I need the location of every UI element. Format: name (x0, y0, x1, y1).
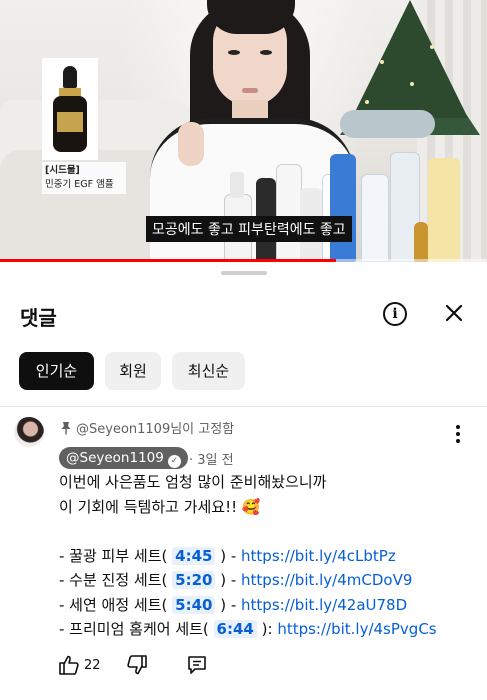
comment-time-value: 3일 전 (197, 453, 234, 468)
comment-line: 이 기회에 득템하고 가세요!! 🥰 (59, 497, 261, 516)
more-options-icon[interactable] (448, 422, 468, 446)
inset-caption: [시드물] 민중기 EGF 앰플 (42, 162, 126, 194)
video-player[interactable]: [시드물] 민중기 EGF 앰플 모공에도 좋고 피부탄력에도 좋고 (0, 0, 487, 262)
tree-light (430, 45, 434, 49)
video-person-hand (178, 122, 204, 166)
reply-icon[interactable] (186, 654, 208, 680)
close-icon[interactable] (441, 298, 467, 328)
video-cushion (340, 110, 435, 138)
comment-actions: 22 (0, 654, 487, 684)
url-link[interactable]: https://bit.ly/4sPvgCs (277, 620, 436, 638)
verified-icon: ✓ (167, 455, 181, 468)
pinned-text: @Seyeon1109님이 고정함 (76, 422, 235, 437)
tree-light (365, 100, 369, 104)
comments-title: 댓글 (20, 306, 57, 330)
video-person-eye (260, 50, 272, 55)
product-tube-yellow (428, 158, 460, 262)
dropper-label (57, 112, 83, 132)
comment-spacer (59, 519, 469, 544)
list-item: - 프리미엄 홈케어 세트( 6:44 ): https://bit.ly/4s… (59, 617, 469, 642)
divider (0, 406, 487, 407)
inset-product-image (42, 58, 98, 160)
comments-sheet: 댓글 i 인기순 회원 최신순 @Seyeon1109님이 고정함 @Seyeo… (0, 262, 487, 700)
item-prefix: - 프리미엄 홈케어 세트( (59, 620, 214, 638)
pinned-label: @Seyeon1109님이 고정함 (60, 418, 234, 437)
list-item: - 꿀광 피부 세트( 4:45 ) - https://bit.ly/4cLb… (59, 544, 469, 569)
product-tube (276, 164, 302, 262)
inset-product-name: 민중기 EGF 앰플 (45, 179, 114, 190)
like-count: 22 (84, 658, 101, 673)
product-tube-blue (330, 154, 356, 262)
thumbs-up-icon[interactable] (58, 654, 80, 680)
product-bottle (361, 174, 389, 262)
item-middle: ) - (215, 595, 242, 614)
drag-handle[interactable] (221, 271, 267, 275)
tree-light (410, 82, 414, 86)
dot (456, 439, 460, 443)
item-middle: ) - (215, 546, 242, 565)
timestamp-link[interactable]: 5:20 (172, 571, 216, 589)
inset-brand: [시드물] (45, 165, 80, 176)
url-link[interactable]: https://bit.ly/4mCDoV9 (241, 571, 412, 589)
video-person-lips (242, 88, 258, 93)
url-link[interactable]: https://bit.ly/42aU78D (241, 596, 407, 614)
list-item: - 수분 진정 세트( 5:20 ) - https://bit.ly/4mCD… (59, 568, 469, 593)
pin-icon (60, 421, 72, 435)
author-name: @Seyeon1109 (66, 450, 164, 466)
tree-light (380, 60, 384, 64)
timestamp-link[interactable]: 5:40 (172, 595, 216, 614)
sort-chip-newest[interactable]: 최신순 (172, 352, 245, 390)
dropper-bulb (63, 66, 77, 88)
video-subtitle: 모공에도 좋고 피부탄력에도 좋고 (146, 216, 352, 242)
thumbs-down-icon[interactable] (126, 654, 148, 680)
dropper-neck (59, 88, 81, 96)
author-badge[interactable]: @Seyeon1109 ✓ (59, 447, 188, 469)
sort-chip-popular[interactable]: 인기순 (19, 352, 94, 390)
product-dropper (414, 222, 428, 262)
url-link[interactable]: https://bit.ly/4cLbtPz (241, 547, 396, 565)
item-prefix: - 수분 진정 세트( (59, 571, 173, 589)
item-prefix: - 꿀광 피부 세트( (59, 546, 173, 565)
list-item: - 세연 애정 세트( 5:40 ) - https://bit.ly/42aU… (59, 593, 469, 618)
item-middle: ) - (215, 571, 242, 589)
video-tree-top (352, 0, 468, 118)
comment-body: 이번에 사은품도 엄청 많이 준비해놨으니까 이 기회에 득템하고 가세요!! … (59, 470, 469, 642)
video-person-eye (228, 50, 240, 55)
comment-time: · 3일 전 (189, 453, 234, 468)
timestamp-link[interactable]: 6:44 (213, 620, 257, 638)
sort-chip-members[interactable]: 회원 (105, 352, 161, 390)
dot (456, 432, 460, 436)
item-middle: ): (256, 620, 278, 638)
comment-line: 이번에 사은품도 엄청 많이 준비해놨으니까 (59, 473, 327, 491)
timestamp-link[interactable]: 4:45 (172, 546, 216, 565)
info-icon[interactable]: i (383, 302, 407, 326)
product-cap (230, 172, 244, 198)
item-prefix: - 세연 애정 세트( (59, 595, 173, 614)
avatar[interactable] (14, 417, 44, 447)
dot (456, 425, 460, 429)
